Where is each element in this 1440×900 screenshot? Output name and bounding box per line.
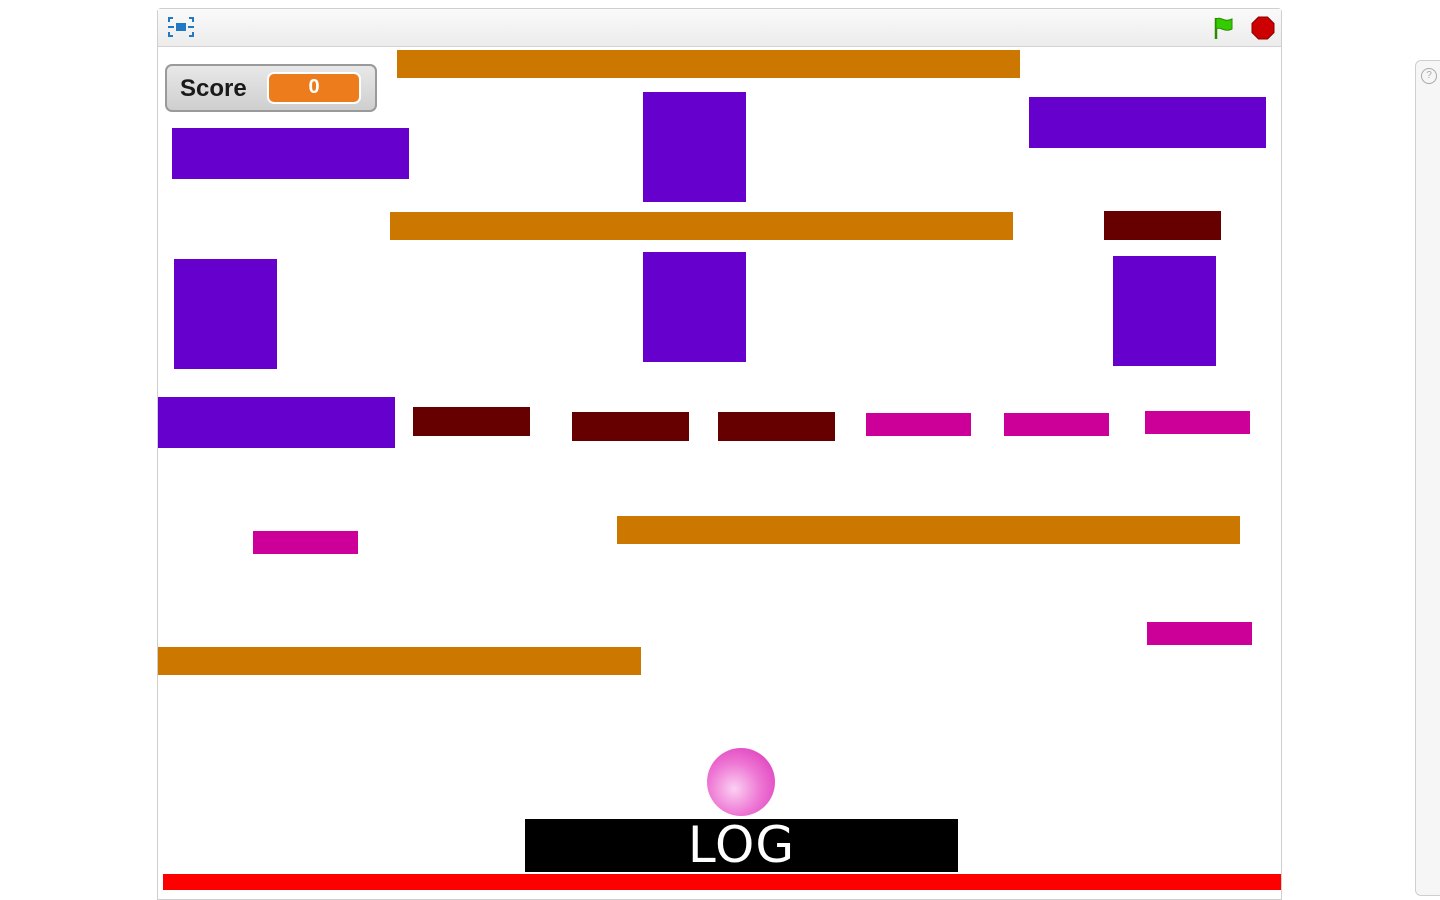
purple-block (174, 259, 277, 369)
orange-platform (158, 647, 641, 675)
log-paddle[interactable]: LOG (525, 819, 958, 872)
purple-block (643, 252, 746, 362)
side-panel: ? (1415, 60, 1440, 896)
stop-button[interactable] (1250, 15, 1276, 41)
magenta-block (866, 413, 971, 436)
dark-red-block (1104, 211, 1221, 240)
dark-red-block (718, 412, 835, 441)
stop-icon (1251, 16, 1275, 40)
ball (707, 748, 775, 816)
score-monitor: Score 0 (165, 64, 377, 112)
game-stage[interactable]: Score 0 LOG (158, 47, 1281, 892)
purple-block (1113, 256, 1216, 366)
purple-block (172, 128, 409, 179)
fullscreen-button[interactable] (167, 16, 195, 38)
magenta-block (1145, 411, 1250, 434)
score-value: 0 (267, 72, 361, 104)
orange-platform (390, 212, 1013, 240)
red-floor (163, 874, 1281, 890)
score-label: Score (180, 75, 247, 102)
stage-window: Score 0 LOG (157, 8, 1282, 900)
help-icon[interactable]: ? (1421, 68, 1437, 84)
green-flag-icon (1214, 17, 1233, 39)
magenta-block (1004, 413, 1109, 436)
magenta-block (253, 531, 358, 554)
green-flag-button[interactable] (1211, 15, 1237, 41)
orange-platform (617, 516, 1240, 544)
orange-platform (397, 50, 1020, 78)
purple-block (158, 397, 395, 448)
magenta-block (1147, 622, 1252, 645)
purple-block (1029, 97, 1266, 148)
purple-block (643, 92, 746, 202)
fullscreen-icon (168, 17, 194, 37)
dark-red-block (572, 412, 689, 441)
dark-red-block (413, 407, 530, 436)
stage-header (158, 9, 1281, 47)
